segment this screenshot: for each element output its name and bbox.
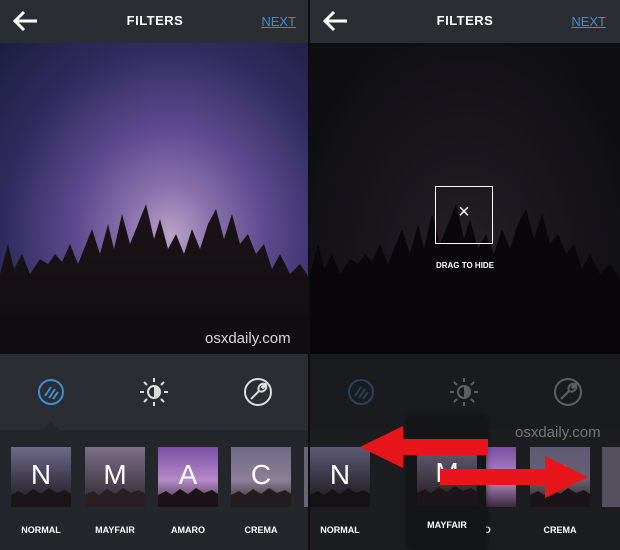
tree-silhouette	[0, 204, 310, 354]
filter-label: CREMA	[244, 525, 278, 535]
brightness-icon[interactable]	[134, 372, 174, 412]
next-button[interactable]: NEXT	[571, 14, 606, 29]
photo-preview: × DRAG TO HIDE	[310, 43, 620, 354]
panel-divider	[308, 0, 310, 550]
filter-label: NORMAL	[320, 525, 360, 535]
right-panel: FILTERS NEXT × DRAG TO HIDE N C	[310, 0, 620, 550]
filter-thumb-crema[interactable]: C	[231, 447, 291, 507]
brightness-icon[interactable]	[444, 372, 484, 412]
filter-label: MAYFAIR	[427, 520, 467, 530]
filter-thumb-amaro[interactable]: A	[158, 447, 218, 507]
filter-strip: N M A C NORMAL MAYFAIR AMARO CREMA	[0, 430, 310, 550]
filter-icon[interactable]	[31, 372, 71, 412]
selection-pointer	[43, 422, 59, 430]
wrench-icon[interactable]	[548, 372, 588, 412]
filter-thumb-partial[interactable]	[602, 447, 620, 507]
filter-thumb-mayfair[interactable]: M	[85, 447, 145, 507]
right-red-arrow-icon	[440, 456, 588, 498]
header: FILTERS NEXT	[310, 0, 620, 43]
tool-bar	[0, 354, 310, 430]
next-button[interactable]: NEXT	[261, 14, 296, 29]
header: FILTERS NEXT	[0, 0, 310, 43]
drag-to-hide-target[interactable]: ×	[435, 186, 493, 244]
wrench-icon[interactable]	[238, 372, 278, 412]
photo-preview: osxdaily.com	[0, 43, 310, 354]
filter-thumb-normal[interactable]: N	[11, 447, 71, 507]
close-icon: ×	[458, 201, 470, 223]
left-panel: FILTERS NEXT osxdaily.com N M A C NORMAL…	[0, 0, 310, 550]
filter-label: CREMA	[543, 525, 577, 535]
watermark: osxdaily.com	[205, 330, 291, 347]
filter-label: NORMAL	[21, 525, 61, 535]
filter-label: MAYFAIR	[95, 525, 135, 535]
watermark: osxdaily.com	[515, 424, 601, 441]
filter-label: AMARO	[171, 525, 205, 535]
filter-icon[interactable]	[341, 372, 381, 412]
drag-hint: DRAG TO HIDE	[435, 261, 495, 270]
